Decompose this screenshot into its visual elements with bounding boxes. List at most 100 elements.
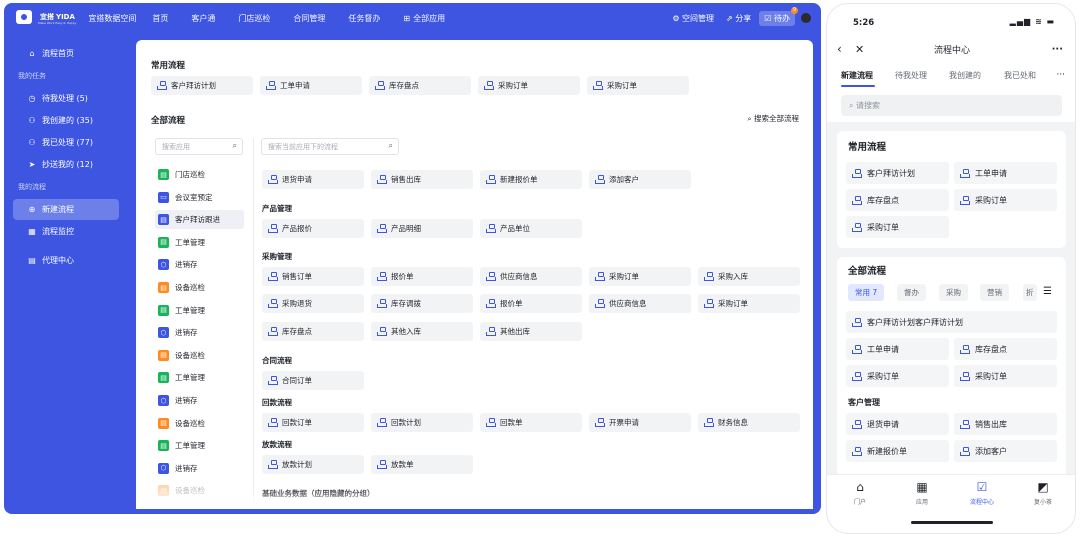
flow-chip[interactable]: 客户拜访计划客户拜访计划 bbox=[846, 311, 1057, 333]
flow-chip[interactable]: 采购订单 bbox=[846, 365, 949, 387]
category-pill[interactable]: 折 bbox=[1023, 284, 1037, 301]
flow-chip[interactable]: 采购订单 bbox=[698, 294, 800, 313]
flow-chip[interactable]: 报价单 bbox=[371, 267, 473, 286]
flow-chip[interactable]: 客户拜访计划 bbox=[846, 162, 949, 184]
nav-item[interactable]: 合同管理 bbox=[293, 3, 325, 33]
search-flow-input[interactable]: 搜索当前应用下的流程 ⌕ bbox=[261, 138, 399, 155]
flow-chip[interactable]: 报价单 bbox=[480, 294, 582, 313]
flow-chip[interactable]: 回款计划 bbox=[371, 413, 473, 432]
flow-chip[interactable]: 其他出库 bbox=[480, 322, 582, 341]
flow-chip[interactable]: 采购订单 bbox=[478, 76, 580, 95]
flow-chip[interactable]: 放款计划 bbox=[262, 455, 364, 474]
category-pill[interactable]: 营销 bbox=[980, 284, 1009, 301]
space-manage-button[interactable]: ⚙ 空间管理 bbox=[672, 13, 714, 24]
flow-chip[interactable]: 回款订单 bbox=[262, 413, 364, 432]
flow-chip[interactable]: 放款单 bbox=[371, 455, 473, 474]
nav-item[interactable]: 全部应用 bbox=[403, 3, 445, 33]
phone-tab[interactable]: 新建流程 bbox=[841, 70, 873, 81]
space-name[interactable]: 宜搭数据空间 bbox=[88, 13, 136, 24]
todo-button[interactable]: ☑ 待办 9 bbox=[759, 6, 798, 26]
menu-icon[interactable]: ☰ bbox=[1043, 286, 1052, 297]
flow-chip[interactable]: 库存调拨 bbox=[371, 294, 473, 313]
flow-chip[interactable]: 采购入库 bbox=[698, 267, 800, 286]
flow-chip[interactable]: 采购订单 bbox=[587, 76, 689, 95]
flow-chip[interactable]: 工单申请 bbox=[260, 76, 362, 95]
flow-chip[interactable]: 退货申请 bbox=[846, 413, 949, 435]
sidebar-item-agent[interactable]: ▤ 代理中心 bbox=[13, 250, 119, 271]
category-pill[interactable]: 常用 7 bbox=[848, 284, 885, 301]
more-icon[interactable]: ··· bbox=[1052, 44, 1063, 55]
app-item[interactable]: ▤ 设备巡检 bbox=[155, 414, 244, 433]
app-item[interactable]: ▤ 工单管理 bbox=[155, 368, 244, 387]
flow-chip[interactable]: 采购订单 bbox=[954, 365, 1057, 387]
flow-chip[interactable]: 新建报价单 bbox=[846, 440, 949, 462]
flow-chip[interactable]: 回款单 bbox=[480, 413, 582, 432]
flow-chip[interactable]: 销售出库 bbox=[954, 413, 1057, 435]
flow-chip[interactable]: 库存盘点 bbox=[369, 76, 471, 95]
sidebar-item-flow[interactable]: ⊕ 新建流程 bbox=[13, 199, 119, 220]
app-item[interactable]: ⬡ 进销存 bbox=[155, 459, 244, 478]
sidebar-item-task[interactable]: ➤ 抄送我的 (12) bbox=[13, 154, 119, 175]
flow-chip[interactable]: 合同订单 bbox=[262, 371, 364, 390]
app-item[interactable]: ▤ 客户拜访跟进 bbox=[155, 210, 244, 230]
category-pill[interactable]: 采购 bbox=[939, 284, 968, 301]
flow-chip[interactable]: 其他入库 bbox=[371, 322, 473, 341]
sidebar-item-home[interactable]: ⌂ 流程首页 bbox=[13, 43, 119, 64]
flow-chip[interactable]: 添加客户 bbox=[954, 440, 1057, 462]
sidebar-item-task[interactable]: ⚇ 我已处理 (77) bbox=[13, 132, 119, 153]
sidebar-item-task[interactable]: ⚇ 我创建的 (35) bbox=[13, 110, 119, 131]
flow-chip[interactable]: 退货申请 bbox=[262, 170, 364, 189]
flow-chip[interactable]: 开票申请 bbox=[589, 413, 691, 432]
flow-chip[interactable]: 采购订单 bbox=[589, 267, 691, 286]
app-item[interactable]: ▤ 工单管理 bbox=[155, 436, 244, 455]
app-item[interactable]: ⬡ 进销存 bbox=[155, 323, 244, 342]
phone-tab[interactable]: 我创建的 bbox=[949, 70, 981, 81]
phone-tab[interactable]: 我已处和 bbox=[1004, 70, 1036, 81]
avatar[interactable] bbox=[801, 13, 811, 23]
yida-logo[interactable]: 宜搭 YIDA Make Work Easy & Happy bbox=[14, 9, 76, 27]
flow-chip[interactable]: 产品报价 bbox=[262, 219, 364, 238]
flow-chip[interactable]: 库存盘点 bbox=[846, 189, 949, 211]
phone-tab[interactable]: 待我处理 bbox=[895, 70, 927, 81]
flow-chip[interactable]: 供应商信息 bbox=[480, 267, 582, 286]
tabbar-item[interactable]: ☑ 流程中心 bbox=[962, 481, 1002, 507]
flow-chip[interactable]: 产品单位 bbox=[480, 219, 582, 238]
tabbar-item[interactable]: ▦ 应用 bbox=[902, 481, 942, 507]
flow-chip[interactable]: 客户拜访计划 bbox=[151, 76, 253, 95]
nav-item[interactable]: 门店巡检 bbox=[238, 3, 270, 33]
phone-search-input[interactable]: ⌕ 请搜索 bbox=[841, 95, 1062, 116]
app-item[interactable]: ⬡ 进销存 bbox=[155, 391, 244, 410]
flow-chip[interactable]: 采购订单 bbox=[846, 216, 949, 238]
tabbar-item[interactable]: ⌂ 门户 bbox=[840, 481, 880, 507]
flow-chip[interactable]: 供应商信息 bbox=[589, 294, 691, 313]
flow-chip[interactable]: 新建报价单 bbox=[480, 170, 582, 189]
flow-chip[interactable]: 工单申请 bbox=[846, 338, 949, 360]
app-item[interactable]: ▤ 工单管理 bbox=[155, 233, 244, 252]
flow-chip[interactable]: 销售订单 bbox=[262, 267, 364, 286]
app-item[interactable]: ▭ 会议室预定 bbox=[155, 188, 244, 207]
app-item[interactable]: ▤ 设备巡检 bbox=[155, 346, 244, 365]
app-item[interactable]: ⬡ 进销存 bbox=[155, 255, 244, 274]
flow-chip[interactable]: 库存盘点 bbox=[954, 338, 1057, 360]
app-item[interactable]: ▤ 门店巡检 bbox=[155, 165, 244, 184]
sidebar-item-task[interactable]: ◷ 待我处理 (5) bbox=[13, 88, 119, 109]
search-app-input[interactable]: 搜索应用 ⌕ bbox=[155, 138, 243, 155]
sidebar-item-flow[interactable]: ▦ 流程监控 bbox=[13, 221, 119, 242]
flow-chip[interactable]: 采购退货 bbox=[262, 294, 364, 313]
nav-item[interactable]: 任务督办 bbox=[348, 3, 380, 33]
flow-chip[interactable]: 工单申请 bbox=[954, 162, 1057, 184]
tabbar-item[interactable]: ◩ 复小茶 bbox=[1023, 481, 1063, 507]
search-all-flows-link[interactable]: ⌕ 搜索全部流程 bbox=[747, 113, 799, 124]
share-button[interactable]: ⇗ 分享 bbox=[726, 13, 751, 24]
flow-chip[interactable]: 销售出库 bbox=[371, 170, 473, 189]
flow-chip[interactable]: 库存盘点 bbox=[262, 322, 364, 341]
app-item[interactable]: ▤ 工单管理 bbox=[155, 301, 244, 320]
flow-chip[interactable]: 添加客户 bbox=[589, 170, 691, 189]
flow-chip[interactable]: 采购订单 bbox=[954, 189, 1057, 211]
flow-chip[interactable]: 财务信息 bbox=[698, 413, 800, 432]
category-pill[interactable]: 督办 bbox=[897, 284, 926, 301]
nav-item[interactable]: 首页 bbox=[152, 3, 168, 33]
flow-chip[interactable]: 产品明细 bbox=[371, 219, 473, 238]
app-item[interactable]: ▤ 设备巡检 bbox=[155, 278, 244, 297]
tabs-more-icon[interactable]: ··· bbox=[1056, 70, 1065, 80]
